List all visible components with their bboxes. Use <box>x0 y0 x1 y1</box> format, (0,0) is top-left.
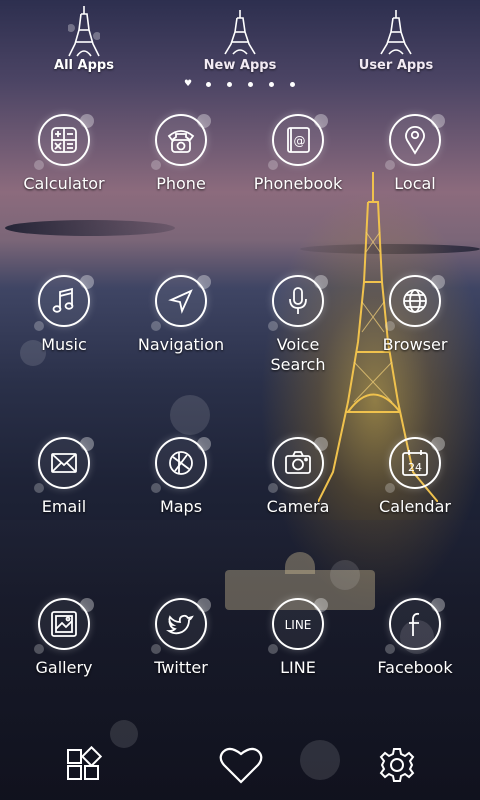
eiffel-tower-icon <box>68 6 100 57</box>
phone-icon <box>151 114 211 170</box>
app-label: Gallery <box>35 658 93 677</box>
app-facebook[interactable]: Facebook <box>357 598 475 718</box>
bokeh-light <box>330 560 360 590</box>
tab-label: New Apps <box>203 58 277 73</box>
eiffel-tower-icon <box>224 10 256 55</box>
tab-label: All Apps <box>54 58 114 73</box>
app-label: Camera <box>266 497 330 516</box>
app-calculator[interactable]: Calculator <box>6 114 124 234</box>
calendar-icon: 24 <box>385 437 445 493</box>
eiffel-tower-icon <box>380 10 412 55</box>
app-local[interactable]: Local <box>357 114 475 234</box>
music-note-icon <box>34 275 94 331</box>
app-label: Browser <box>382 335 448 354</box>
bokeh-light <box>300 740 340 780</box>
app-label: Music <box>41 335 87 354</box>
app-email[interactable]: Email <box>6 437 124 557</box>
app-label: Email <box>41 497 87 516</box>
app-maps[interactable]: Maps <box>123 437 241 557</box>
calculator-icon <box>34 114 94 170</box>
app-label: Local <box>394 174 436 193</box>
app-label: Calendar <box>379 497 451 516</box>
tab-label: User Apps <box>358 58 434 73</box>
app-music[interactable]: Music <box>6 275 124 395</box>
app-label: Navigation <box>137 335 225 354</box>
bokeh-light <box>110 720 138 748</box>
app-camera[interactable]: Camera <box>240 437 358 557</box>
page-dot[interactable] <box>227 82 232 87</box>
app-label: Calculator <box>23 174 105 193</box>
app-navigation[interactable]: Navigation <box>123 275 241 395</box>
twitter-bird-icon <box>151 598 211 654</box>
app-label: Maps <box>159 497 203 516</box>
app-gallery[interactable]: Gallery <box>6 598 124 718</box>
facebook-f-icon <box>385 598 445 654</box>
location-pin-icon <box>385 114 445 170</box>
line-logo-text: LINE <box>285 618 312 632</box>
app-label: Facebook <box>377 658 453 677</box>
line-logo-icon: LINE <box>268 598 328 654</box>
page-dot[interactable] <box>248 82 253 87</box>
app-label: Phonebook <box>253 174 343 193</box>
app-label: Twitter <box>154 658 208 677</box>
page-indicator: ♥ <box>184 80 304 90</box>
microphone-icon <box>268 275 328 331</box>
app-calendar[interactable]: 24 Calendar <box>357 437 475 557</box>
page-dot[interactable] <box>206 82 211 87</box>
app-voice-search[interactable]: Voice Search <box>240 275 358 395</box>
home-screen: All Apps New Apps User Apps ♥ Calculator… <box>0 0 480 800</box>
page-dot[interactable] <box>269 82 274 87</box>
phonebook-icon: @ <box>268 114 328 170</box>
app-label: Phone <box>156 174 206 193</box>
tab-new-apps[interactable]: New Apps <box>160 0 320 80</box>
tab-all-apps[interactable]: All Apps <box>4 0 164 80</box>
app-label: LINE <box>280 658 316 677</box>
navigation-arrow-icon <box>151 275 211 331</box>
app-phonebook[interactable]: @ Phonebook <box>240 114 358 234</box>
tab-user-apps[interactable]: User Apps <box>316 0 476 80</box>
heart-current-page-icon: ♥ <box>184 79 193 89</box>
app-phone[interactable]: Phone <box>123 114 241 234</box>
app-twitter[interactable]: Twitter <box>123 598 241 718</box>
camera-icon <box>268 437 328 493</box>
app-line[interactable]: LINE LINE <box>240 598 358 718</box>
app-label: Voice Search <box>270 335 326 374</box>
app-browser[interactable]: Browser <box>357 275 475 395</box>
calendar-day-text: 24 <box>408 461 422 474</box>
envelope-icon <box>34 437 94 493</box>
svg-text:@: @ <box>294 134 306 148</box>
bokeh-light <box>170 395 210 435</box>
widgets-icon[interactable] <box>66 746 102 782</box>
picture-icon <box>34 598 94 654</box>
map-icon <box>151 437 211 493</box>
page-dot[interactable] <box>290 82 295 87</box>
globe-icon <box>385 275 445 331</box>
heart-icon[interactable] <box>218 744 264 786</box>
gear-icon[interactable] <box>378 746 416 784</box>
